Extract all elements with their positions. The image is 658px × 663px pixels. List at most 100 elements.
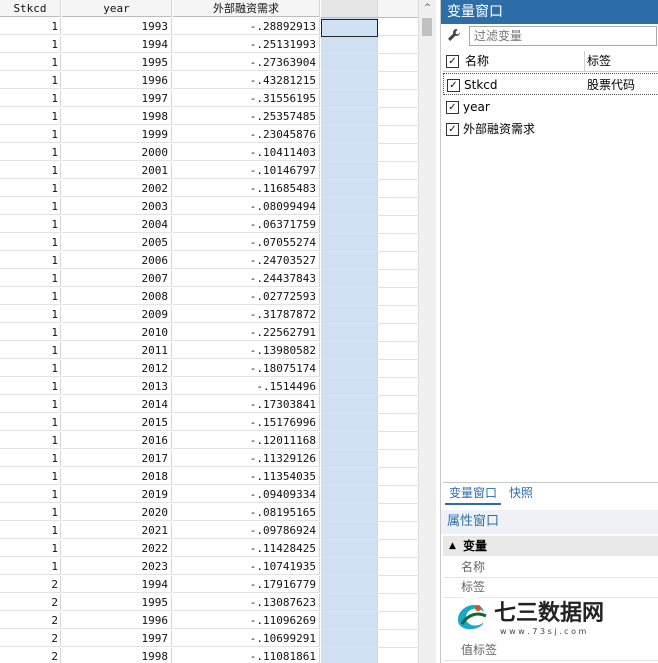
triangle-down-icon[interactable]: ▲ [449,536,456,556]
cell-external-financing[interactable]: -.1514496 [173,378,320,395]
table-row[interactable]: 1 2010 -.22562791 [0,324,418,342]
cell-empty-column[interactable] [321,360,378,378]
cell-external-financing[interactable]: -.02772593 [173,288,320,305]
cell-stkcd[interactable]: 1 [0,540,61,557]
cell-external-financing[interactable]: -.11685483 [173,180,320,197]
cell-stkcd[interactable]: 2 [0,630,61,647]
cell-empty-column[interactable] [321,144,378,162]
cell-year[interactable]: 2020 [62,504,172,521]
cell-year[interactable]: 2017 [62,450,172,467]
table-row[interactable]: 2 1995 -.13087623 [0,594,418,612]
cell-empty-column[interactable] [321,108,378,126]
cell-empty-column[interactable] [321,540,378,558]
table-row[interactable]: 1 2023 -.10741935 [0,558,418,576]
cell-year[interactable]: 1999 [62,126,172,143]
cell-year[interactable]: 1997 [62,630,172,647]
cell-external-financing[interactable]: -.11096269 [173,612,320,629]
cell-external-financing[interactable]: -.09786924 [173,522,320,539]
cell-year[interactable]: 2014 [62,396,172,413]
cell-year[interactable]: 2016 [62,432,172,449]
cell-empty-column[interactable] [321,288,378,306]
cell-empty-column[interactable] [321,378,378,396]
column-header-year[interactable]: year [62,0,172,17]
table-row[interactable]: 1 2014 -.17303841 [0,396,418,414]
data-grid[interactable]: Stkcd year 外部融资需求 1 1993 -.28892913 1 1994 -.… [0,0,418,663]
cell-external-financing[interactable]: -.06371759 [173,216,320,233]
cell-empty-column[interactable] [321,612,378,630]
cell-year[interactable]: 2005 [62,234,172,251]
cell-year[interactable]: 2010 [62,324,172,341]
cell-empty-column[interactable] [321,648,378,663]
table-row[interactable]: 1 1999 -.23045876 [0,126,418,144]
cell-empty-column[interactable] [321,432,378,450]
cell-empty-column[interactable] [321,486,378,504]
cell-year[interactable]: 2019 [62,486,172,503]
table-row[interactable]: 2 1997 -.10699291 [0,630,418,648]
cell-stkcd[interactable]: 2 [0,648,61,663]
cell-stkcd[interactable]: 1 [0,306,61,323]
table-row[interactable]: 1 2012 -.18075174 [0,360,418,378]
cell-stkcd[interactable]: 1 [0,72,61,89]
cell-external-financing[interactable]: -.11081861 [173,648,320,663]
cell-empty-column[interactable] [321,180,378,198]
cell-year[interactable]: 2013 [62,378,172,395]
cell-empty-column[interactable] [321,522,378,540]
cell-external-financing[interactable]: -.24703527 [173,252,320,269]
cell-external-financing[interactable]: -.22562791 [173,324,320,341]
table-row[interactable]: 1 2008 -.02772593 [0,288,418,306]
cell-year[interactable]: 2012 [62,360,172,377]
cell-stkcd[interactable]: 2 [0,612,61,629]
table-row[interactable]: 1 2000 -.10411403 [0,144,418,162]
selected-cell[interactable] [321,19,378,37]
table-row[interactable]: 1 1995 -.27363904 [0,54,418,72]
cell-stkcd[interactable]: 1 [0,324,61,341]
cell-year[interactable]: 2006 [62,252,172,269]
cell-stkcd[interactable]: 1 [0,414,61,431]
name-column-header[interactable]: 名称 [465,51,489,71]
property-value-label[interactable]: 值标签 [443,640,658,661]
cell-stkcd[interactable]: 1 [0,558,61,575]
cell-external-financing[interactable]: -.31556195 [173,90,320,107]
cell-empty-column[interactable] [321,576,378,594]
filter-variables-input[interactable] [469,26,657,46]
tab-variables-window[interactable]: 变量窗口 [445,483,502,505]
cell-year[interactable]: 2001 [62,162,172,179]
cell-stkcd[interactable]: 1 [0,288,61,305]
cell-stkcd[interactable]: 1 [0,432,61,449]
cell-year[interactable]: 2008 [62,288,172,305]
column-header-empty[interactable] [321,0,378,18]
cell-stkcd[interactable]: 1 [0,54,61,71]
cell-external-financing[interactable]: -.43281215 [173,72,320,89]
variable-row-external-financing[interactable]: ✓ 外部融资需求 [443,118,658,140]
cell-external-financing[interactable]: -.10699291 [173,630,320,647]
table-row[interactable]: 1 2022 -.11428425 [0,540,418,558]
table-row[interactable]: 1 2021 -.09786924 [0,522,418,540]
cell-stkcd[interactable]: 1 [0,450,61,467]
cell-year[interactable]: 2007 [62,270,172,287]
table-row[interactable]: 1 2020 -.08195165 [0,504,418,522]
cell-stkcd[interactable]: 2 [0,576,61,593]
table-row[interactable]: 1 2015 -.15176996 [0,414,418,432]
cell-external-financing[interactable]: -.07055274 [173,234,320,251]
column-header-external-financing[interactable]: 外部融资需求 [173,0,320,17]
table-row[interactable]: 1 2013 -.1514496 [0,378,418,396]
cell-year[interactable]: 1995 [62,54,172,71]
table-row[interactable]: 1 1996 -.43281215 [0,72,418,90]
cell-year[interactable]: 1994 [62,576,172,593]
table-row[interactable]: 1 2007 -.24437843 [0,270,418,288]
cell-external-financing[interactable]: -.11329126 [173,450,320,467]
cell-stkcd[interactable]: 1 [0,522,61,539]
cell-external-financing[interactable]: -.11354035 [173,468,320,485]
cell-external-financing[interactable]: -.28892913 [173,18,320,35]
table-row[interactable]: 1 2006 -.24703527 [0,252,418,270]
cell-external-financing[interactable]: -.10411403 [173,144,320,161]
cell-year[interactable]: 2022 [62,540,172,557]
cell-year[interactable]: 2009 [62,306,172,323]
cell-empty-column[interactable] [321,450,378,468]
cell-stkcd[interactable]: 1 [0,504,61,521]
cell-year[interactable]: 1995 [62,594,172,611]
cell-external-financing[interactable]: -.31787872 [173,306,320,323]
cell-external-financing[interactable]: -.25131993 [173,36,320,53]
wrench-icon[interactable] [447,28,463,44]
cell-empty-column[interactable] [321,162,378,180]
